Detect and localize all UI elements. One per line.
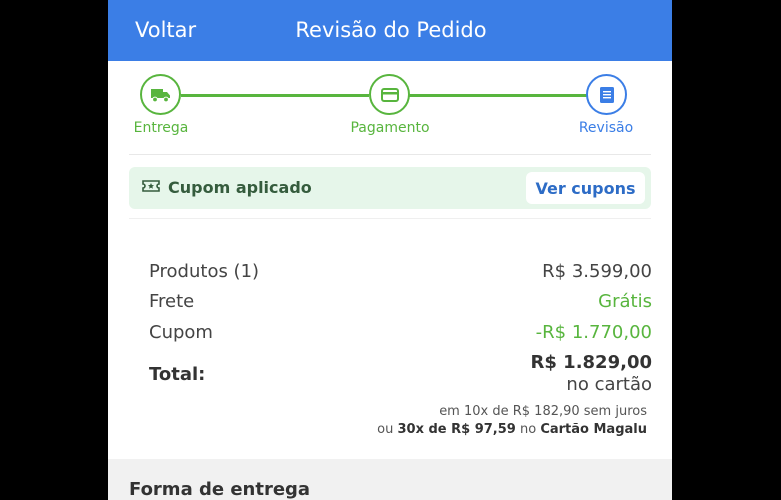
coupon-label: Cupom — [149, 322, 213, 343]
delivery-section-title: Forma de entrega — [129, 479, 311, 500]
phone-screen: Voltar Revisão do Pedido Entrega Pagamen… — [108, 0, 672, 500]
divider — [129, 154, 651, 155]
products-value: R$ 3.599,00 — [542, 261, 652, 282]
coupon-applied-text: Cupom aplicado — [168, 178, 312, 197]
shipping-label: Frete — [149, 291, 195, 312]
step-review[interactable] — [586, 74, 627, 115]
magalu-prefix: ou — [377, 422, 394, 437]
checkout-stepper: Entrega Pagamento Revisão — [108, 61, 672, 156]
step-connector — [181, 94, 369, 97]
total-label: Total: — [149, 364, 206, 385]
step-connector — [409, 94, 589, 97]
total-value: R$ 1.829,00 — [530, 352, 652, 373]
installments-info: em 10x de R$ 182,90 sem juros — [439, 404, 647, 419]
delivery-section: Forma de entrega — [108, 459, 672, 500]
step-label-payment: Pagamento — [350, 120, 430, 136]
divider — [129, 218, 651, 219]
card-icon — [380, 87, 399, 102]
document-icon — [599, 86, 614, 103]
magalu-installments: 30x de R$ 97,59 — [397, 422, 516, 437]
step-payment[interactable] — [369, 74, 410, 115]
top-bar: Voltar Revisão do Pedido — [108, 0, 672, 61]
shipping-value: Grátis — [598, 291, 652, 312]
total-payment-method: no cartão — [566, 374, 652, 395]
truck-icon — [150, 88, 170, 102]
page-title: Revisão do Pedido — [295, 18, 487, 42]
view-coupons-button[interactable]: Ver cupons — [526, 172, 645, 204]
magalu-card-name: Cartão Magalu — [540, 422, 647, 437]
products-label: Produtos (1) — [149, 261, 260, 282]
step-label-delivery: Entrega — [133, 120, 189, 136]
magalu-mid: no — [519, 422, 537, 437]
step-delivery[interactable] — [140, 74, 181, 115]
magalu-card-offer: ou 30x de R$ 97,59 no Cartão Magalu — [377, 422, 647, 437]
coupon-discount-value: -R$ 1.770,00 — [535, 322, 652, 343]
ticket-icon — [142, 180, 160, 192]
step-label-review: Revisão — [578, 120, 634, 136]
coupon-banner: Cupom aplicado Ver cupons — [129, 167, 651, 209]
